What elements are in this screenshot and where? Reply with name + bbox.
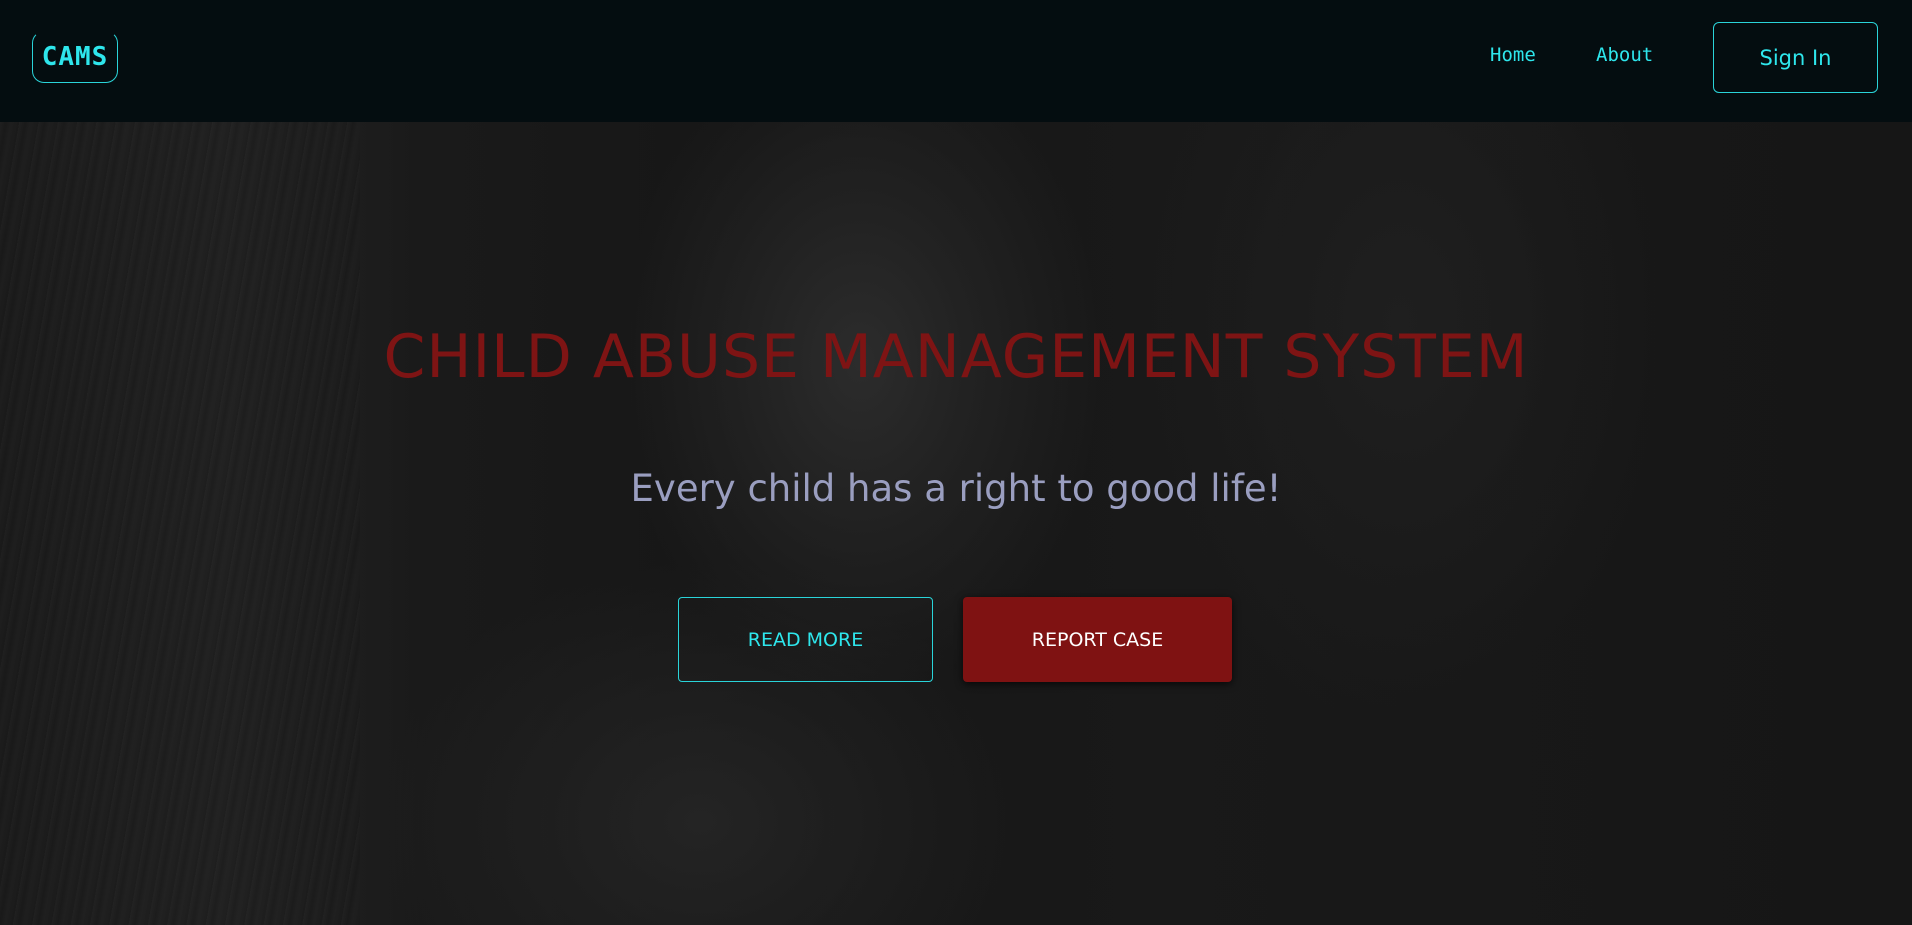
hero-section	[0, 122, 1912, 925]
top-navbar: CAMS Home About Sign In	[0, 0, 1912, 122]
read-more-button[interactable]: READ MORE	[678, 597, 933, 682]
sign-in-button[interactable]: Sign In	[1713, 22, 1878, 93]
hero-background-image	[0, 122, 360, 925]
hero-title: CHILD ABUSE MANAGEMENT SYSTEM	[383, 322, 1529, 392]
cams-logo[interactable]: CAMS	[32, 31, 118, 83]
nav-home-link[interactable]: Home	[1490, 44, 1536, 66]
hero-subtitle: Every child has a right to good life!	[630, 467, 1282, 510]
nav-about-link[interactable]: About	[1596, 44, 1653, 66]
report-case-button[interactable]: REPORT CASE	[963, 597, 1232, 682]
